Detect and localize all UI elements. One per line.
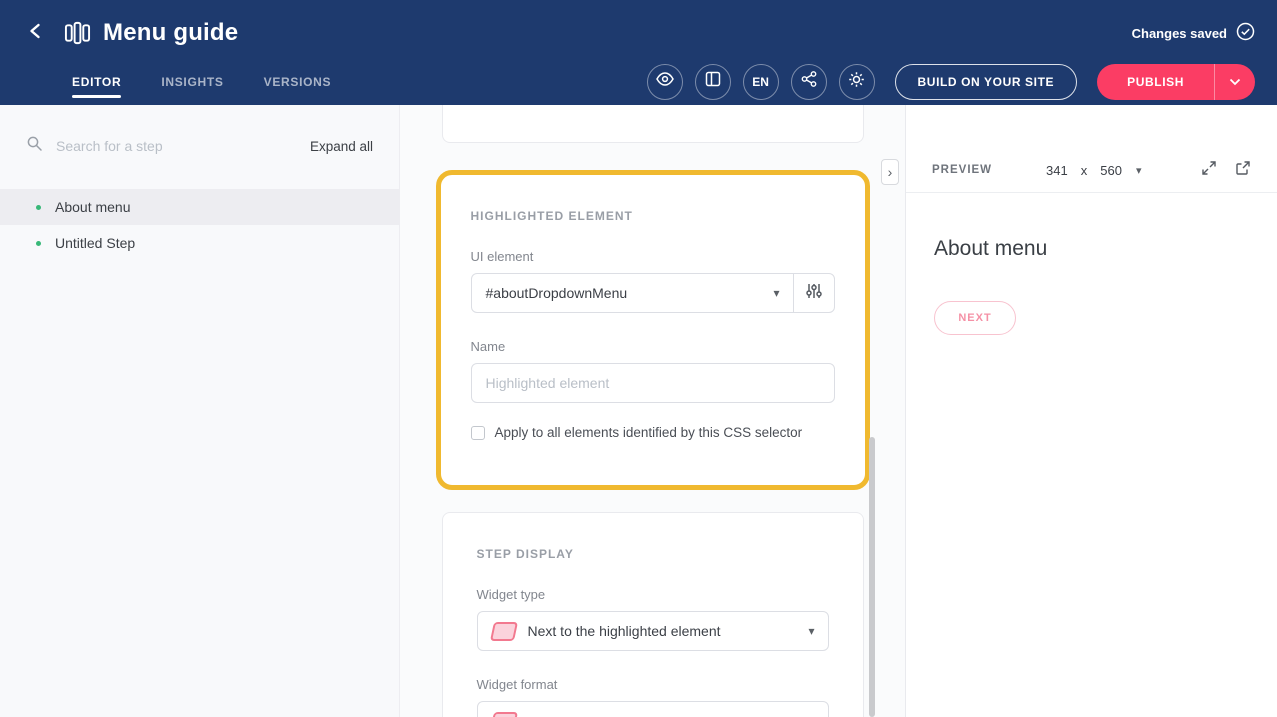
header-title-row: Menu guide Changes saved	[22, 8, 1255, 58]
language-badge: EN	[752, 75, 769, 89]
app-window: Menu guide Changes saved EDITOR INSIGHTS…	[0, 0, 1277, 717]
tab-insights[interactable]: INSIGHTS	[161, 58, 223, 105]
editor-scrollbar[interactable]	[869, 437, 875, 717]
ui-element-select[interactable]: #aboutDropdownMenu ▾	[471, 273, 835, 313]
previous-card-partial	[442, 105, 864, 143]
apply-all-checkbox[interactable]	[471, 426, 485, 440]
step-item-label: About menu	[55, 199, 131, 215]
main-area: Expand all About menu Untitled Step HIGH…	[0, 105, 1277, 717]
step-search-row: Expand all	[26, 135, 373, 157]
tab-editor[interactable]: EDITOR	[72, 58, 121, 105]
preview-size-control[interactable]: 341 x 560 ▾	[1046, 163, 1141, 178]
name-label: Name	[471, 339, 835, 354]
changes-saved-status: Changes saved	[1132, 22, 1255, 44]
step-item-about-menu[interactable]: About menu	[0, 189, 399, 225]
step-dot-icon	[36, 241, 41, 246]
share-icon	[801, 71, 817, 92]
tune-sliders-icon	[805, 282, 823, 305]
back-button[interactable]	[22, 19, 50, 47]
check-circle-icon	[1236, 22, 1255, 44]
step-search-input[interactable]	[54, 137, 299, 155]
widget-type-label: Widget type	[477, 587, 829, 602]
chevron-down-icon: ▾	[1136, 164, 1142, 177]
preview-height-value: 560	[1100, 163, 1122, 178]
header-toolbar-row: EDITOR INSIGHTS VERSIONS EN	[22, 58, 1255, 105]
apply-all-label: Apply to all elements identified by this…	[495, 425, 803, 440]
widget-format-select[interactable]	[477, 701, 829, 717]
preview-header: PREVIEW 341 x 560 ▾	[906, 148, 1277, 193]
chevron-left-icon	[26, 21, 46, 46]
card-heading: HIGHLIGHTED ELEMENT	[471, 209, 835, 223]
share-button[interactable]	[791, 64, 827, 100]
build-on-your-site-button[interactable]: BUILD ON YOUR SITE	[895, 64, 1078, 100]
step-item-label: Untitled Step	[55, 235, 135, 251]
expand-arrows-icon	[1201, 160, 1217, 181]
page-title: Menu guide	[103, 19, 238, 47]
preview-body: About menu NEXT	[906, 193, 1277, 361]
step-display-card: STEP DISPLAY Widget type Next to the hig…	[442, 512, 864, 717]
widget-type-select[interactable]: Next to the highlighted element ▾	[477, 611, 829, 651]
preview-step-title: About menu	[934, 237, 1249, 261]
open-in-new-button[interactable]	[1235, 160, 1251, 181]
ui-element-label: UI element	[471, 249, 835, 264]
language-button[interactable]: EN	[743, 64, 779, 100]
expand-preview-button[interactable]	[1201, 160, 1217, 181]
chevron-down-icon: ▾	[760, 286, 792, 300]
preview-eye-button[interactable]	[647, 64, 683, 100]
tab-versions[interactable]: VERSIONS	[264, 58, 332, 105]
step-dot-icon	[36, 205, 41, 210]
step-item-untitled-step[interactable]: Untitled Step	[0, 225, 399, 261]
preview-header-actions	[1201, 160, 1251, 181]
widget-format-option	[478, 712, 828, 717]
preview-label: PREVIEW	[932, 164, 992, 176]
layout-panel-icon	[705, 71, 721, 92]
widget-format-icon	[489, 712, 517, 717]
top-header: Menu guide Changes saved EDITOR INSIGHTS…	[0, 0, 1277, 105]
step-list: About menu Untitled Step	[0, 189, 399, 261]
editor-panel: HIGHLIGHTED ELEMENT UI element #aboutDro…	[400, 105, 905, 717]
layout-button[interactable]	[695, 64, 731, 100]
chevron-right-icon: ›	[888, 164, 893, 180]
preview-next-button[interactable]: NEXT	[934, 301, 1016, 335]
dimension-separator: x	[1081, 163, 1088, 178]
publish-split-button: PUBLISH	[1097, 64, 1255, 100]
gear-icon	[848, 71, 865, 93]
apply-all-row: Apply to all elements identified by this…	[471, 425, 835, 440]
highlighted-element-card: HIGHLIGHTED ELEMENT UI element #aboutDro…	[436, 170, 870, 490]
changes-saved-label: Changes saved	[1132, 26, 1227, 41]
ui-element-value: #aboutDropdownMenu	[472, 285, 761, 301]
header-tabs: EDITOR INSIGHTS VERSIONS	[72, 58, 331, 105]
widget-type-value: Next to the highlighted element	[528, 623, 721, 639]
collapse-preview-button[interactable]: ›	[881, 159, 899, 185]
header-actions: EN BUILD ON YOUR SITE PUBLISH	[647, 64, 1255, 100]
preview-panel: PREVIEW 341 x 560 ▾	[905, 105, 1277, 717]
chevron-down-icon	[1229, 73, 1241, 91]
eye-icon	[656, 72, 674, 91]
widget-type-option: Next to the highlighted element	[478, 622, 796, 641]
external-link-icon	[1235, 160, 1251, 181]
name-input[interactable]	[471, 363, 835, 403]
publish-dropdown-button[interactable]	[1215, 64, 1255, 100]
settings-button[interactable]	[839, 64, 875, 100]
preview-width-value: 341	[1046, 163, 1068, 178]
steps-sidebar: Expand all About menu Untitled Step	[0, 105, 400, 717]
search-icon	[26, 135, 43, 157]
app-logo-columns-icon	[64, 21, 91, 45]
chevron-down-icon: ▾	[795, 624, 827, 638]
element-picker-button[interactable]	[794, 282, 834, 305]
publish-button[interactable]: PUBLISH	[1097, 64, 1214, 100]
expand-all-link[interactable]: Expand all	[310, 139, 373, 154]
widget-type-icon	[489, 622, 517, 641]
card-heading: STEP DISPLAY	[477, 547, 829, 561]
widget-format-label: Widget format	[477, 677, 829, 692]
